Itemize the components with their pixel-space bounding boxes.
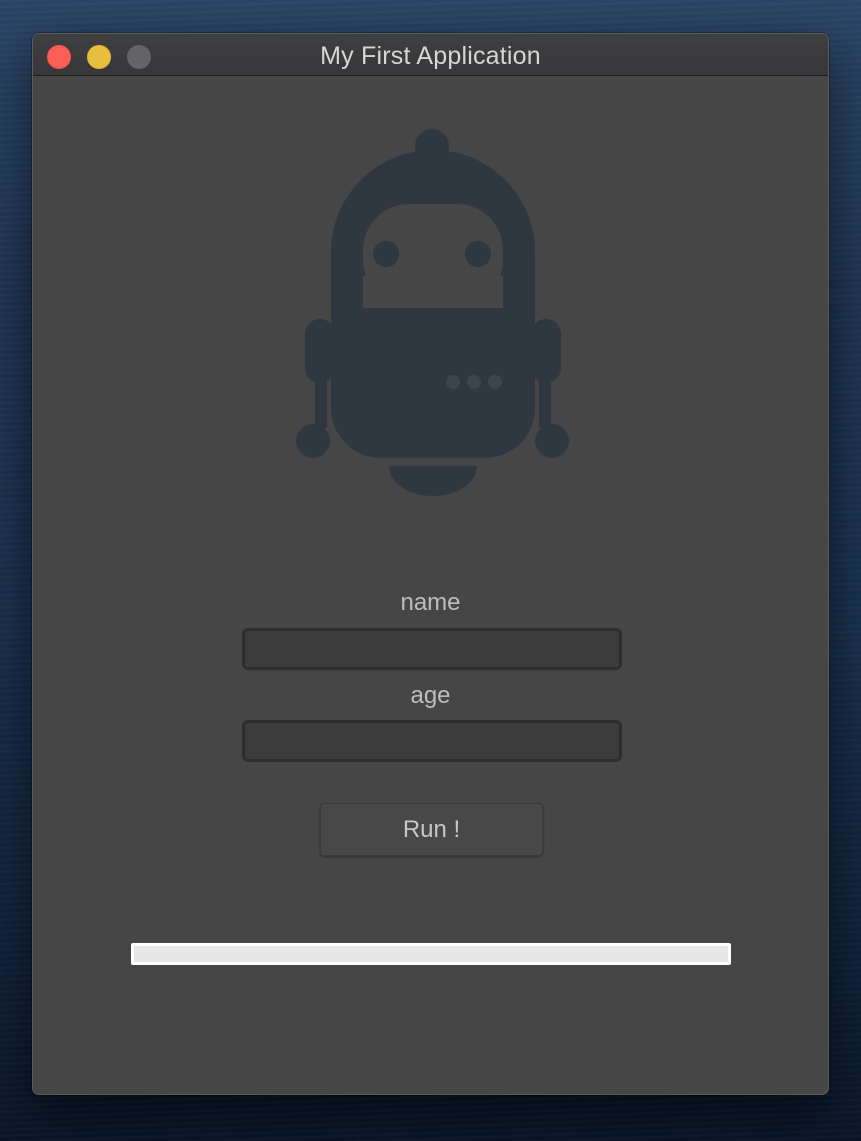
run-button[interactable]: Run ! — [320, 803, 543, 856]
window-title: My First Application — [320, 42, 541, 70]
progress-bar — [131, 943, 731, 965]
name-label: name — [400, 589, 461, 616]
age-input[interactable] — [242, 720, 622, 762]
robot-icon — [296, 129, 569, 496]
age-label: age — [410, 682, 451, 709]
app-window: My First Application name age Run ! — [32, 33, 829, 1095]
name-input[interactable] — [242, 628, 622, 670]
progress-track — [134, 946, 728, 962]
title-bar: My First Application — [33, 34, 828, 76]
